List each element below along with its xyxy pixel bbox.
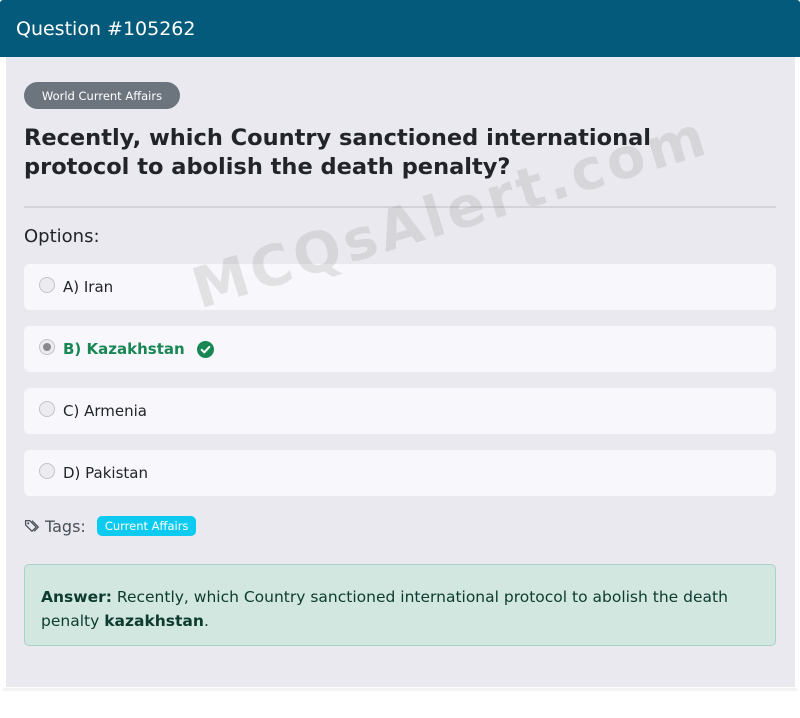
radio-button[interactable]: [39, 277, 55, 293]
option-label: B) Kazakhstan: [63, 340, 185, 358]
option-label: D) Pakistan: [63, 464, 148, 482]
tags-icon: [24, 518, 41, 535]
divider: [24, 206, 776, 208]
answer-box: Answer: Recently, which Country sanction…: [24, 564, 776, 646]
tags-row: Tags: Current Affairs: [24, 514, 197, 538]
options-label: Options:: [24, 226, 100, 247]
card-footer: [3, 688, 797, 691]
tag-current-affairs[interactable]: Current Affairs: [96, 516, 197, 536]
question-text: Recently, which Country sanctioned inter…: [24, 125, 651, 180]
check-circle-icon: [196, 340, 214, 358]
question-number-title: Question #105262: [16, 17, 196, 40]
radio-button-selected[interactable]: [39, 339, 55, 355]
option-c[interactable]: C) Armenia: [24, 388, 776, 434]
option-d[interactable]: D) Pakistan: [24, 450, 776, 496]
category-badge[interactable]: World Current Affairs: [24, 82, 180, 109]
answer-value: kazakhstan: [104, 612, 204, 630]
option-b[interactable]: B) Kazakhstan: [24, 326, 776, 372]
option-label: C) Armenia: [63, 402, 147, 420]
option-a[interactable]: A) Iran: [24, 264, 776, 310]
option-label: A) Iran: [63, 278, 114, 296]
answer-label: Answer:: [41, 588, 112, 606]
radio-button[interactable]: [39, 463, 55, 479]
question-header: Question #105262: [0, 0, 800, 57]
answer-suffix: .: [203, 612, 209, 630]
radio-button[interactable]: [39, 401, 55, 417]
tags-label: Tags:: [45, 516, 86, 536]
